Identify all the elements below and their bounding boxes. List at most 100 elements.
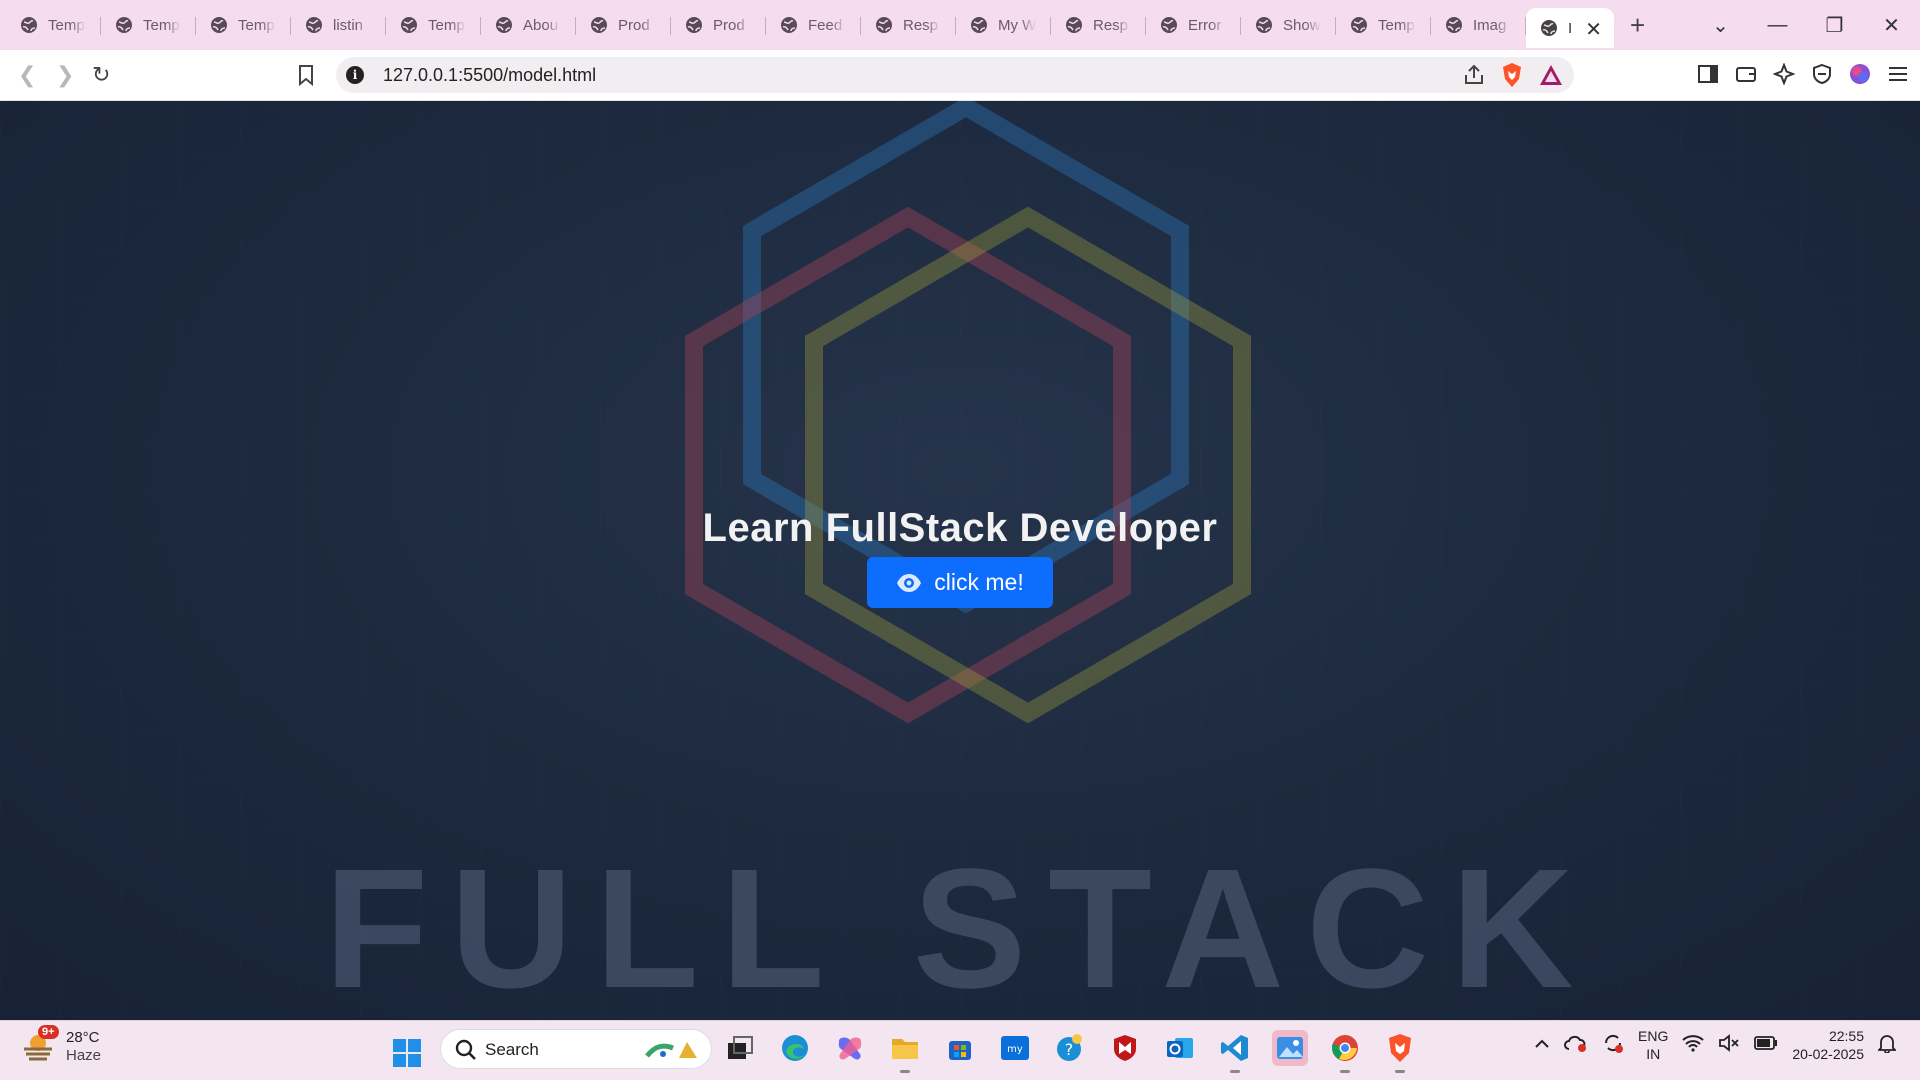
browser-tab[interactable]: Show (1241, 7, 1336, 43)
tab-title: Resp (903, 16, 939, 34)
globe-icon (1350, 16, 1368, 34)
search-icon (455, 1039, 476, 1060)
chrome-icon[interactable] (1327, 1030, 1363, 1073)
onedrive-icon[interactable] (1564, 1033, 1588, 1058)
clock-time: 22:55 (1828, 1028, 1864, 1044)
help-icon[interactable]: ? (1052, 1030, 1088, 1066)
speaker-muted-icon[interactable] (1718, 1033, 1740, 1057)
windows-taskbar: 9+ 28°C Haze Search my ? ENG IN 22:55 20… (0, 1020, 1920, 1080)
browser-tab[interactable]: Temp (386, 7, 481, 43)
wallet-icon[interactable] (1734, 62, 1758, 86)
vscode-icon[interactable] (1217, 1030, 1253, 1073)
page-title: Learn FullStack Developer (702, 506, 1218, 550)
tab-search-chevron-icon[interactable]: ⌄ (1692, 13, 1749, 38)
tab-title: Resp (1093, 16, 1129, 34)
globe-icon (590, 16, 608, 34)
sync-icon[interactable] (1602, 1032, 1624, 1059)
photos-icon[interactable] (1272, 1030, 1308, 1066)
minimize-button[interactable]: — (1749, 14, 1806, 37)
new-tab-button[interactable]: + (1630, 12, 1645, 38)
sidebar-icon[interactable] (1696, 62, 1720, 86)
browser-tab[interactable]: Resp (1051, 7, 1146, 43)
edge-browser-icon[interactable] (777, 1030, 813, 1066)
globe-icon (400, 16, 418, 34)
mcafee-icon[interactable] (1107, 1030, 1143, 1066)
share-icon[interactable] (1462, 63, 1486, 87)
tab-title: Show (1283, 16, 1321, 34)
tab-title: Temp (238, 16, 275, 34)
notification-badge: 9+ (38, 1025, 59, 1039)
globe-icon (875, 16, 893, 34)
address-bar[interactable]: i 127.0.0.1:5500/model.html (336, 57, 1574, 93)
weather-widget[interactable]: 9+ 28°C Haze (20, 1025, 102, 1065)
chevron-up-icon[interactable] (1534, 1036, 1550, 1054)
tab-strip: Temp Temp Temp listin Temp Abou Prod Prod Feed Re… (0, 0, 1920, 50)
task-view-icon[interactable] (722, 1030, 758, 1066)
restore-button[interactable]: ❐ (1806, 13, 1863, 38)
taskbar-search[interactable]: Search (440, 1029, 712, 1069)
brave-shields-icon[interactable] (1500, 62, 1524, 88)
globe-icon (1065, 16, 1083, 34)
region-code: IN (1646, 1046, 1661, 1062)
vpn-icon[interactable] (1810, 62, 1834, 86)
bookmark-icon[interactable] (296, 64, 316, 86)
language-indicator[interactable]: ENG IN (1638, 1027, 1668, 1063)
globe-icon (970, 16, 988, 34)
tab-title: Imag (1473, 16, 1507, 34)
tab-title: Feed (808, 16, 843, 34)
copilot-icon[interactable] (832, 1030, 868, 1066)
back-button[interactable]: ❮ (18, 62, 36, 88)
system-clock[interactable]: 22:55 20-02-2025 (1792, 1027, 1864, 1063)
browser-tab[interactable]: listin (291, 7, 386, 43)
globe-icon (1160, 16, 1178, 34)
wifi-icon[interactable] (1682, 1034, 1705, 1057)
leo-ai-icon[interactable] (1772, 62, 1796, 86)
browser-tab[interactable]: Temp (196, 7, 291, 43)
globe-icon (115, 16, 133, 34)
browser-tab[interactable]: Temp (1336, 7, 1431, 43)
menu-icon[interactable] (1886, 62, 1910, 86)
tab-title: My W (998, 16, 1036, 34)
site-info-icon[interactable]: i (346, 66, 364, 84)
browser-tab[interactable]: Prod (671, 7, 766, 43)
weather-condition: Haze (66, 1047, 102, 1064)
browser-tab[interactable]: Temp (6, 7, 101, 43)
browser-tab[interactable]: My W (956, 7, 1051, 43)
brave-rewards-icon[interactable] (1538, 63, 1564, 87)
globe-icon (305, 16, 323, 34)
globe-icon (1255, 16, 1273, 34)
tab-title: Error (1188, 16, 1222, 34)
microsoft-store-icon[interactable] (942, 1030, 978, 1066)
tab-title: Temp (428, 16, 465, 34)
active-browser-tab[interactable]: I ✕ (1526, 8, 1614, 48)
browser-tab[interactable]: Abou (481, 7, 576, 43)
browser-tab[interactable]: Feed (766, 7, 861, 43)
browser-tab[interactable]: Temp (101, 7, 196, 43)
profile-avatar[interactable] (1848, 62, 1872, 86)
brave-icon[interactable] (1382, 1030, 1418, 1073)
eye-icon (897, 573, 922, 592)
notification-bell-icon[interactable] (1876, 1033, 1898, 1058)
url-text[interactable]: 127.0.0.1:5500/model.html (383, 65, 596, 86)
browser-tab[interactable]: Prod (576, 7, 671, 43)
click-me-button[interactable]: click me! (867, 557, 1053, 608)
browser-tab[interactable]: Imag (1431, 7, 1526, 43)
close-tab-icon[interactable]: ✕ (1585, 17, 1602, 42)
background-fullstack-text: FULL STACK (324, 834, 1596, 1020)
globe-icon (210, 16, 228, 34)
battery-icon[interactable] (1754, 1035, 1778, 1055)
close-window-button[interactable]: ✕ (1863, 13, 1920, 38)
myhp-icon[interactable]: my (997, 1030, 1033, 1066)
forward-button[interactable]: ❯ (56, 62, 74, 88)
browser-tab[interactable]: Resp (861, 7, 956, 43)
click-me-label: click me! (934, 569, 1024, 595)
globe-icon (20, 16, 38, 34)
tab-title: listin (333, 16, 364, 34)
outlook-icon[interactable] (1162, 1030, 1198, 1066)
reload-button[interactable]: ↻ (92, 62, 110, 88)
search-highlight-art-icon (645, 1042, 697, 1058)
system-tray: ENG IN 22:55 20-02-2025 (1534, 1027, 1898, 1063)
windows-start-icon[interactable] (392, 1038, 422, 1068)
file-explorer-icon[interactable] (887, 1030, 923, 1073)
browser-tab[interactable]: Error (1146, 7, 1241, 43)
